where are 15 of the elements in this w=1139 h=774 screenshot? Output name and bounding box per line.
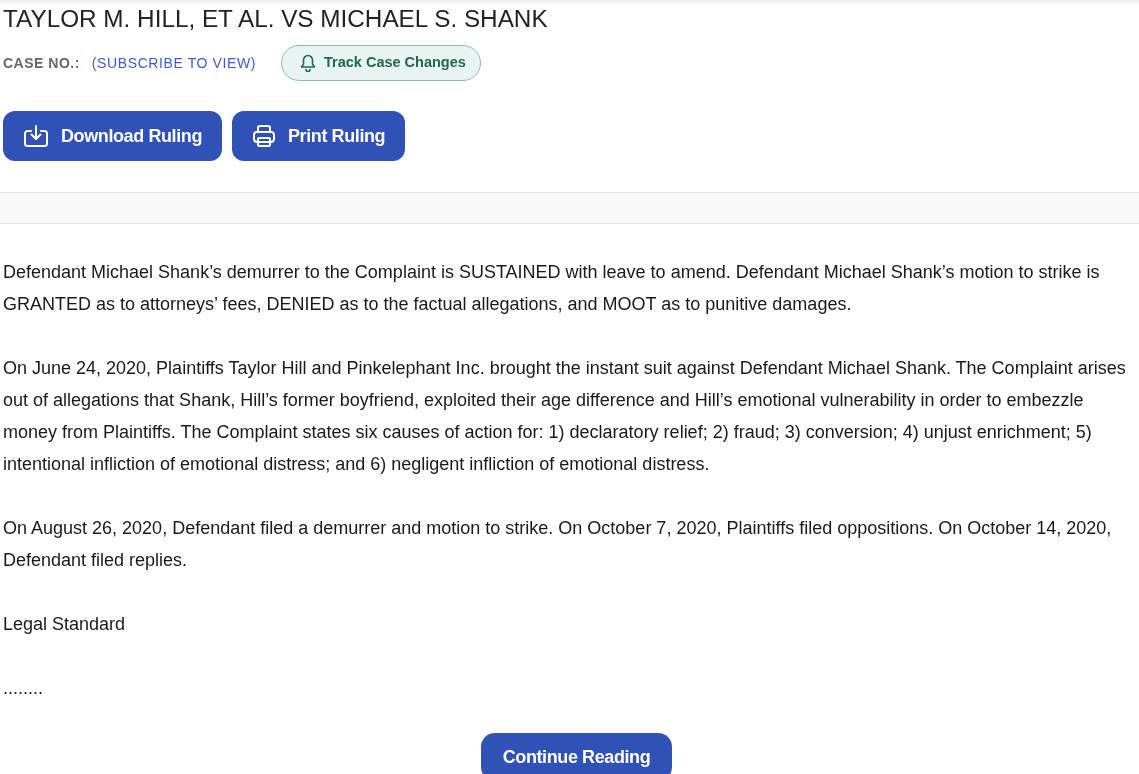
case-title: TAYLOR M. HILL, ET AL. VS MICHAEL S. SHANK: [3, 4, 548, 34]
print-ruling-button[interactable]: Print Ruling: [232, 111, 406, 161]
ruling-paragraph: Defendant Michael Shank’s demurrer to the Complaint is SUSTAINED with leave to amend. Defendant Michael Shank’s motion to strike is GRANTED as to attorneys’ fees, DENIED as to the factual allegations, and MOOT as to punitive damages.: [3, 261, 1101, 316]
case-number-label: CASE NO.:: [3, 53, 80, 73]
download-ruling-button[interactable]: Download Ruling: [3, 111, 222, 161]
ruling-paragraph: Legal Standard: [3, 613, 127, 636]
subscribe-link[interactable]: (SUBSCRIBE TO VIEW): [91, 52, 256, 74]
download-icon: [23, 124, 49, 148]
track-case-button[interactable]: Track Case Changes: [281, 45, 481, 81]
ruling-paragraph: On August 26, 2020, Defendant filed a demurrer and motion to strike. On October 7, 2020, Plaintiffs filed oppositions. On October 14, 2020, Defendant filed replies.: [3, 517, 1113, 572]
ruling-paragraph: On June 24, 2020, Plaintiffs Taylor Hill and Pinkelephant Inc. brought the instant suit against Defendant Michael Shank. The Complaint arises out of allegations that Shank, Hill’s former boyfriend, exploited their age difference and Hill’s emotional vulnerability in order to embezzle money from Plaintiffs. The Complaint states six causes of action for: 1) declaratory relief; 2) fraud; 3) conversion; 4) unjust enrichment; 5) intentional infliction of emotional distress; and 6) negligent infliction of emotional distress.: [3, 357, 1127, 476]
continue-reading-button[interactable]: Continue Reading: [480, 733, 673, 774]
printer-icon: [252, 124, 276, 148]
ellipsis-text: ........: [3, 677, 43, 700]
bell-icon: [300, 54, 316, 72]
